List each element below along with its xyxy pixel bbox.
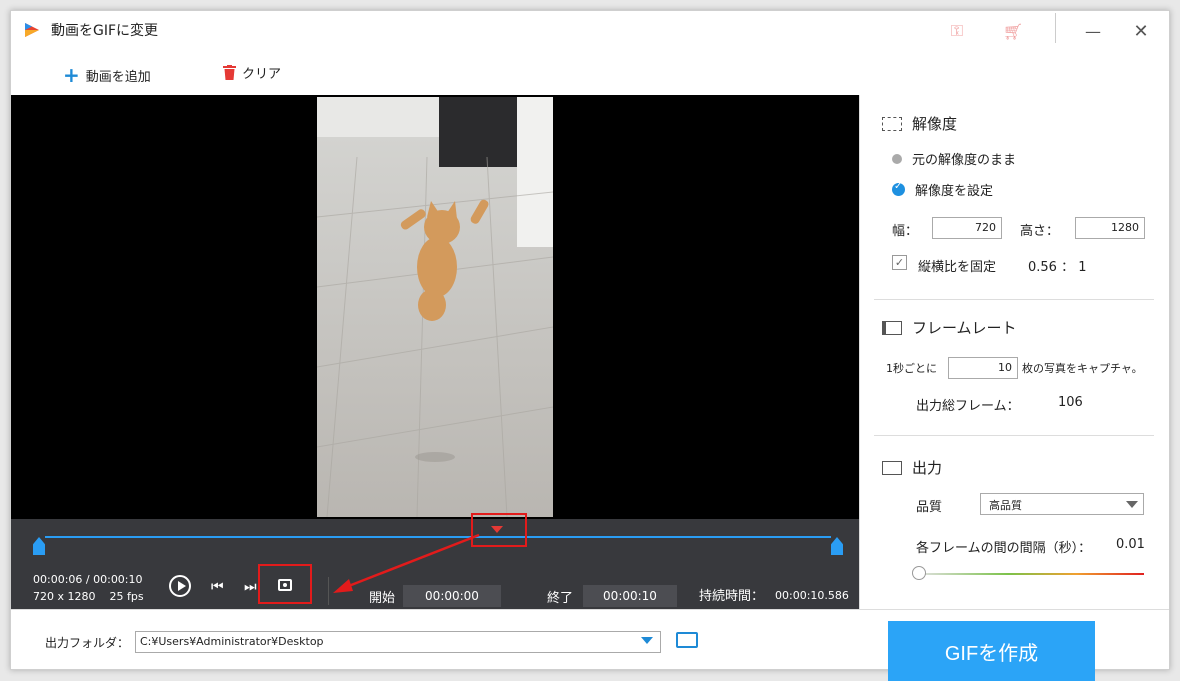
resolution-text: 720 x 1280 xyxy=(33,590,96,603)
output-heading: 出力 xyxy=(882,457,942,478)
radio-off-icon xyxy=(892,153,902,164)
play-icon[interactable] xyxy=(169,575,191,597)
chevron-down-icon[interactable] xyxy=(641,637,653,644)
interval-slider-knob[interactable] xyxy=(912,566,926,580)
snapshot-highlight xyxy=(258,564,312,604)
width-input[interactable]: 720 xyxy=(932,217,1002,239)
width-label: 幅： xyxy=(892,224,919,239)
clear-label: クリア xyxy=(242,67,282,82)
total-time: 00:00:10 xyxy=(93,573,143,586)
time-info: 00:00:06 / 00:00:10 720 x 1280 25 fps xyxy=(33,573,144,603)
per-sec-label: 1秒ごとに xyxy=(886,362,937,375)
framerate-heading: フレームレート xyxy=(882,317,1017,338)
duration-label: 持続時間： xyxy=(699,589,765,604)
timeline-track[interactable] xyxy=(45,536,831,538)
height-label: 高さ： xyxy=(1020,224,1060,239)
app-logo-icon xyxy=(25,23,39,37)
radio-original-resolution[interactable]: 元の解像度のまま xyxy=(892,149,1016,168)
quality-label: 品質 xyxy=(916,500,943,515)
duration-value: 00:00:10.586 xyxy=(775,589,849,602)
film-icon xyxy=(882,320,902,335)
start-label: 開始 xyxy=(369,591,396,606)
title-separator xyxy=(1055,13,1056,43)
resolution-icon xyxy=(882,116,902,131)
plus-icon: + xyxy=(63,63,80,87)
output-folder-label: 出力フォルダ： xyxy=(45,636,130,650)
aspect-lock-checkbox[interactable]: ✓ xyxy=(892,255,907,270)
playhead-highlight xyxy=(471,513,527,547)
toolbar: + 動画を追加 クリア xyxy=(11,51,1169,95)
bottom-bar: 出力フォルダ： C:¥Users¥Administrator¥Desktop G… xyxy=(11,609,1169,681)
frames-per-sec-input[interactable]: 10 xyxy=(948,357,1018,379)
trim-end-handle[interactable] xyxy=(831,537,843,555)
add-video-label: 動画を追加 xyxy=(85,69,151,85)
divider xyxy=(874,435,1154,436)
controls-separator xyxy=(328,577,329,605)
clear-button[interactable]: クリア xyxy=(223,63,281,82)
make-gif-button[interactable]: GIFを作成 xyxy=(888,621,1095,681)
output-folder-input[interactable]: C:¥Users¥Administrator¥Desktop xyxy=(135,631,661,653)
settings-panel: 解像度 元の解像度のまま 解像度を設定 幅： 720 高さ： 1280 ✓ 縦横… xyxy=(859,95,1169,609)
interval-label: 各フレームの間の間隔（秒）： xyxy=(916,541,1092,556)
fps-text: 25 fps xyxy=(109,590,144,603)
window-title: 動画をGIFに変更 xyxy=(51,23,159,39)
interval-slider-track[interactable] xyxy=(918,573,1144,575)
playback-controls: 00:00:06 / 00:00:10 720 x 1280 25 fps ⏮︎… xyxy=(11,513,859,609)
current-time: 00:00:06 xyxy=(33,573,83,586)
trim-start-handle[interactable] xyxy=(33,537,45,555)
add-video-button[interactable]: + 動画を追加 xyxy=(63,63,151,87)
key-icon[interactable]: ⚿ xyxy=(943,17,971,45)
total-frames-label: 出力総フレーム： xyxy=(916,399,1020,414)
resolution-heading: 解像度 xyxy=(882,113,957,134)
app-window: 動画をGIFに変更 ⚿ 🛒︎ — ✕ + 動画を追加 クリア 00:00:06 … xyxy=(10,10,1170,681)
title-bar: 動画をGIFに変更 ⚿ 🛒︎ — ✕ xyxy=(11,11,1169,51)
end-label: 終了 xyxy=(547,591,574,606)
interval-value: 0.01 xyxy=(1116,537,1145,552)
next-frame-icon[interactable]: ⏭︎ xyxy=(244,579,257,595)
start-time-field[interactable]: 00:00:00 xyxy=(403,585,501,607)
prev-frame-icon[interactable]: ⏮︎ xyxy=(211,579,224,595)
end-time-field[interactable]: 00:00:10 xyxy=(583,585,677,607)
aspect-value: 0.56 ： 1 xyxy=(1028,260,1087,275)
video-preview xyxy=(11,95,859,519)
video-frame xyxy=(317,97,553,517)
quality-select[interactable]: 高品質 xyxy=(980,493,1144,515)
trash-icon xyxy=(223,65,236,80)
close-icon[interactable]: ✕ xyxy=(1127,17,1155,45)
minimize-icon[interactable]: — xyxy=(1079,17,1107,45)
cart-icon[interactable]: 🛒︎ xyxy=(999,17,1027,45)
folder-icon[interactable] xyxy=(676,632,698,648)
divider xyxy=(874,299,1154,300)
total-frames-value: 106 xyxy=(1058,395,1083,410)
height-input[interactable]: 1280 xyxy=(1075,217,1145,239)
radio-on-icon xyxy=(892,181,905,196)
radio-custom-resolution[interactable]: 解像度を設定 xyxy=(892,180,993,199)
image-icon xyxy=(882,460,902,475)
capture-label: 枚の写真をキャプチャ。 xyxy=(1022,362,1143,375)
aspect-label: 縦横比を固定 xyxy=(918,260,997,275)
